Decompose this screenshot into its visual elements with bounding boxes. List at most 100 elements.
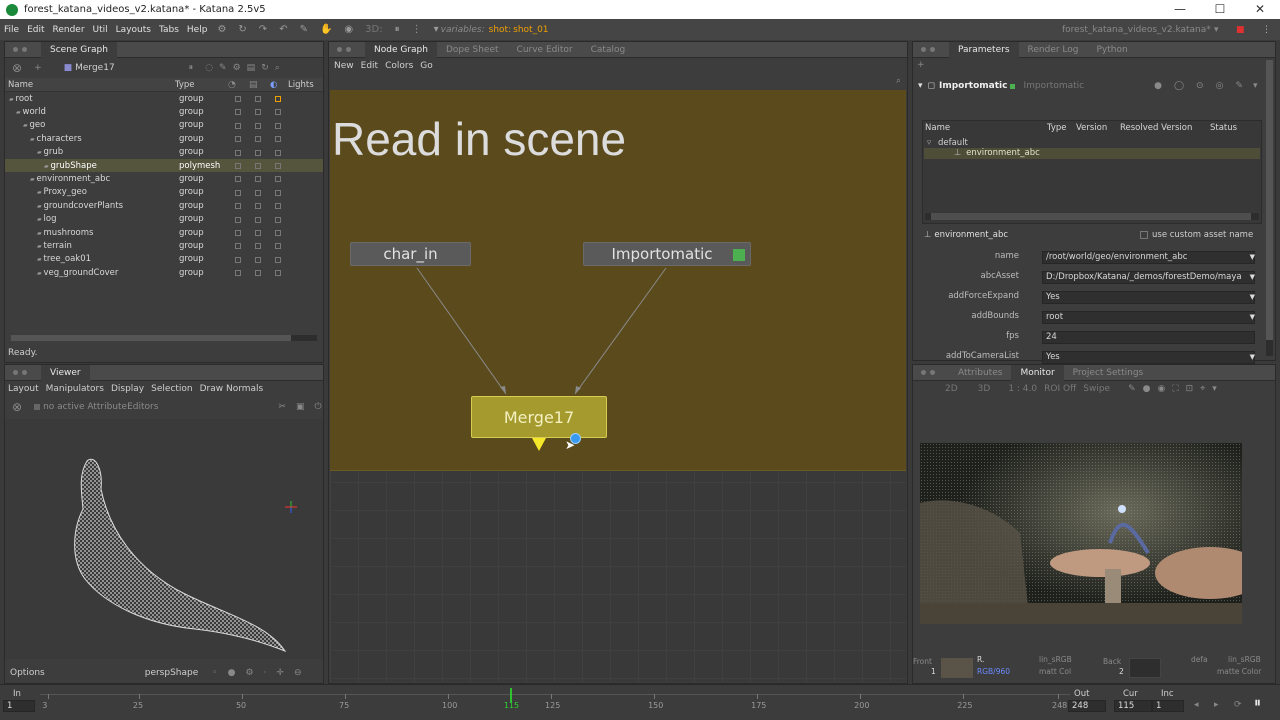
prev-frame-icon[interactable]: ◂ [1194, 700, 1199, 710]
tab-viewer[interactable]: Viewer [41, 364, 90, 381]
light-toggle[interactable] [275, 96, 281, 102]
edit-icon[interactable]: ◎ [1216, 81, 1224, 91]
tree-item-environment-abc[interactable]: ⊥ environment_abc [924, 148, 1260, 159]
pin-icon[interactable]: ✎ [1235, 81, 1243, 91]
scene-graph-item[interactable]: ▰ characters [30, 134, 82, 144]
light-toggle[interactable] [275, 270, 281, 277]
render-toggle[interactable] [255, 109, 261, 116]
column-resolved-version[interactable]: Resolved Version [1120, 123, 1192, 133]
clear-icon[interactable]: ⊗ [12, 61, 22, 75]
asset-table-scrollbar[interactable] [925, 213, 1259, 220]
scene-graph-row[interactable]: ▰ grub group [5, 146, 323, 159]
scene-graph-row[interactable]: ▰ grubShape polymesh [5, 158, 323, 173]
tab-attributes[interactable]: Attributes [949, 365, 1011, 381]
add-icon[interactable]: + [917, 60, 925, 70]
render-icon[interactable]: ✋ [320, 24, 332, 35]
scene-graph-scrollbar[interactable] [11, 335, 317, 341]
scene-graph-item[interactable]: ▰ environment_abc [30, 174, 110, 184]
pin-icon[interactable]: ✎ [300, 24, 308, 35]
menu-util[interactable]: Util [89, 25, 112, 35]
menu-edit[interactable]: Edit [23, 25, 48, 35]
viewport[interactable] [5, 419, 323, 691]
tab-curve-editor[interactable]: Curve Editor [508, 42, 582, 58]
light-toggle[interactable] [275, 176, 281, 183]
eye-icon[interactable]: ● [1154, 81, 1162, 91]
mode-2d[interactable]: 2D [945, 384, 958, 394]
parameters-node-name[interactable]: Importomatic [939, 81, 1007, 91]
column-lights[interactable]: Lights [288, 80, 314, 90]
parameter-value-field[interactable]: Yes [1042, 291, 1255, 304]
light-toggle[interactable] [275, 243, 281, 250]
menu-help[interactable]: Help [183, 25, 212, 35]
expand-arrow-icon[interactable]: ▾ [918, 81, 923, 91]
back-thumbnail[interactable] [1129, 658, 1161, 678]
node-menu-colors[interactable]: Colors [385, 61, 413, 71]
link-icon[interactable]: ⊖ [294, 668, 302, 678]
visibility-toggle[interactable] [235, 189, 241, 196]
render-toggle[interactable] [255, 216, 261, 223]
visibility-toggle[interactable] [235, 122, 241, 129]
scene-graph-item[interactable]: ▰ groundcoverPlants [37, 201, 123, 211]
render-toggle[interactable] [255, 122, 261, 129]
monitor-render-image[interactable] [920, 443, 1242, 624]
viewer-menu-display[interactable]: Display [111, 384, 144, 394]
gear-icon[interactable]: ⚙ [217, 24, 226, 35]
render-toggle[interactable] [255, 162, 261, 169]
pause-button-icon[interactable]: ⏸ [1254, 695, 1261, 711]
use-custom-checkbox[interactable] [1140, 231, 1148, 239]
variables-dropdown-icon[interactable]: ▾ [434, 24, 439, 35]
render-toggle[interactable] [255, 270, 261, 277]
dropdown-arrow-icon[interactable]: ▼ [1250, 351, 1255, 364]
gear-icon[interactable]: ⚙ [245, 668, 253, 678]
loop-icon[interactable]: ⟳ [1234, 700, 1242, 710]
collapse-icon[interactable]: ▤ [247, 63, 256, 73]
parameter-value-field[interactable]: /root/world/geo/environment_abc [1042, 251, 1255, 264]
out-frame-field[interactable]: 248 [1068, 700, 1106, 712]
scrollbar-thumb[interactable] [931, 213, 1251, 220]
lut2-label[interactable]: matt Col [1039, 667, 1071, 676]
light-toggle[interactable] [275, 149, 281, 156]
scene-graph-row[interactable]: ▰ veg_groundCover group [5, 266, 323, 279]
playhead[interactable] [509, 688, 512, 702]
current-frame-field[interactable]: 115 [1114, 700, 1152, 712]
visibility-column-icon[interactable]: ◔ [228, 80, 236, 90]
view-flag-icon[interactable] [532, 438, 546, 451]
tab-catalog[interactable]: Catalog [582, 42, 635, 58]
tab-dope-sheet[interactable]: Dope Sheet [437, 42, 508, 58]
power-icon[interactable]: ⏻ [314, 402, 321, 412]
menu-render[interactable]: Render [49, 25, 89, 35]
column-status[interactable]: Status [1210, 123, 1237, 133]
scene-graph-row[interactable]: ▰ mushrooms group [5, 226, 323, 239]
scene-graph-item[interactable]: ▰ grub [37, 147, 63, 157]
filter-icon[interactable]: ◌ [205, 63, 213, 73]
scrollbar-thumb[interactable] [11, 335, 291, 341]
scene-graph-item[interactable]: ▰ geo [23, 120, 45, 130]
visibility-toggle[interactable] [235, 256, 241, 263]
in-frame-field[interactable]: 1 [3, 700, 35, 712]
parameter-value-field[interactable]: root [1042, 311, 1255, 324]
menu-more-icon[interactable]: ⋮ [1262, 25, 1271, 35]
visibility-toggle[interactable] [235, 243, 241, 250]
visibility-toggle[interactable] [235, 229, 241, 236]
light-column-icon[interactable]: ◐ [270, 80, 277, 90]
viewer-menu-draw-normals[interactable]: Draw Normals [200, 384, 264, 394]
tree-expand-icon[interactable]: ▿ [927, 138, 931, 148]
stop-icon[interactable]: ◉ [344, 24, 353, 35]
options-button[interactable]: Options [10, 668, 45, 678]
search-icon[interactable]: ⌕ [275, 63, 280, 73]
view-icon[interactable]: ⊙ [1196, 81, 1204, 91]
render-toggle[interactable] [255, 176, 261, 183]
refresh-icon[interactable]: ↻ [238, 24, 246, 35]
menu-layouts[interactable]: Layouts [112, 25, 155, 35]
char-in-node[interactable]: char_in [350, 242, 471, 266]
scene-graph-item[interactable]: ▰ veg_groundCover [37, 268, 118, 278]
brush-icon[interactable]: ✂ [278, 402, 286, 412]
render-toggle[interactable] [255, 96, 261, 102]
dropdown-arrow-icon[interactable]: ▼ [1250, 251, 1255, 264]
column-type[interactable]: Type [175, 80, 195, 90]
light-toggle[interactable] [275, 216, 281, 223]
parameter-value-field[interactable]: D:/Dropbox/Katana/_demos/forestDemo/maya [1042, 271, 1255, 284]
light-toggle[interactable] [275, 229, 281, 236]
column-type[interactable]: Type [1047, 123, 1067, 133]
close-button[interactable]: ✕ [1240, 0, 1280, 18]
